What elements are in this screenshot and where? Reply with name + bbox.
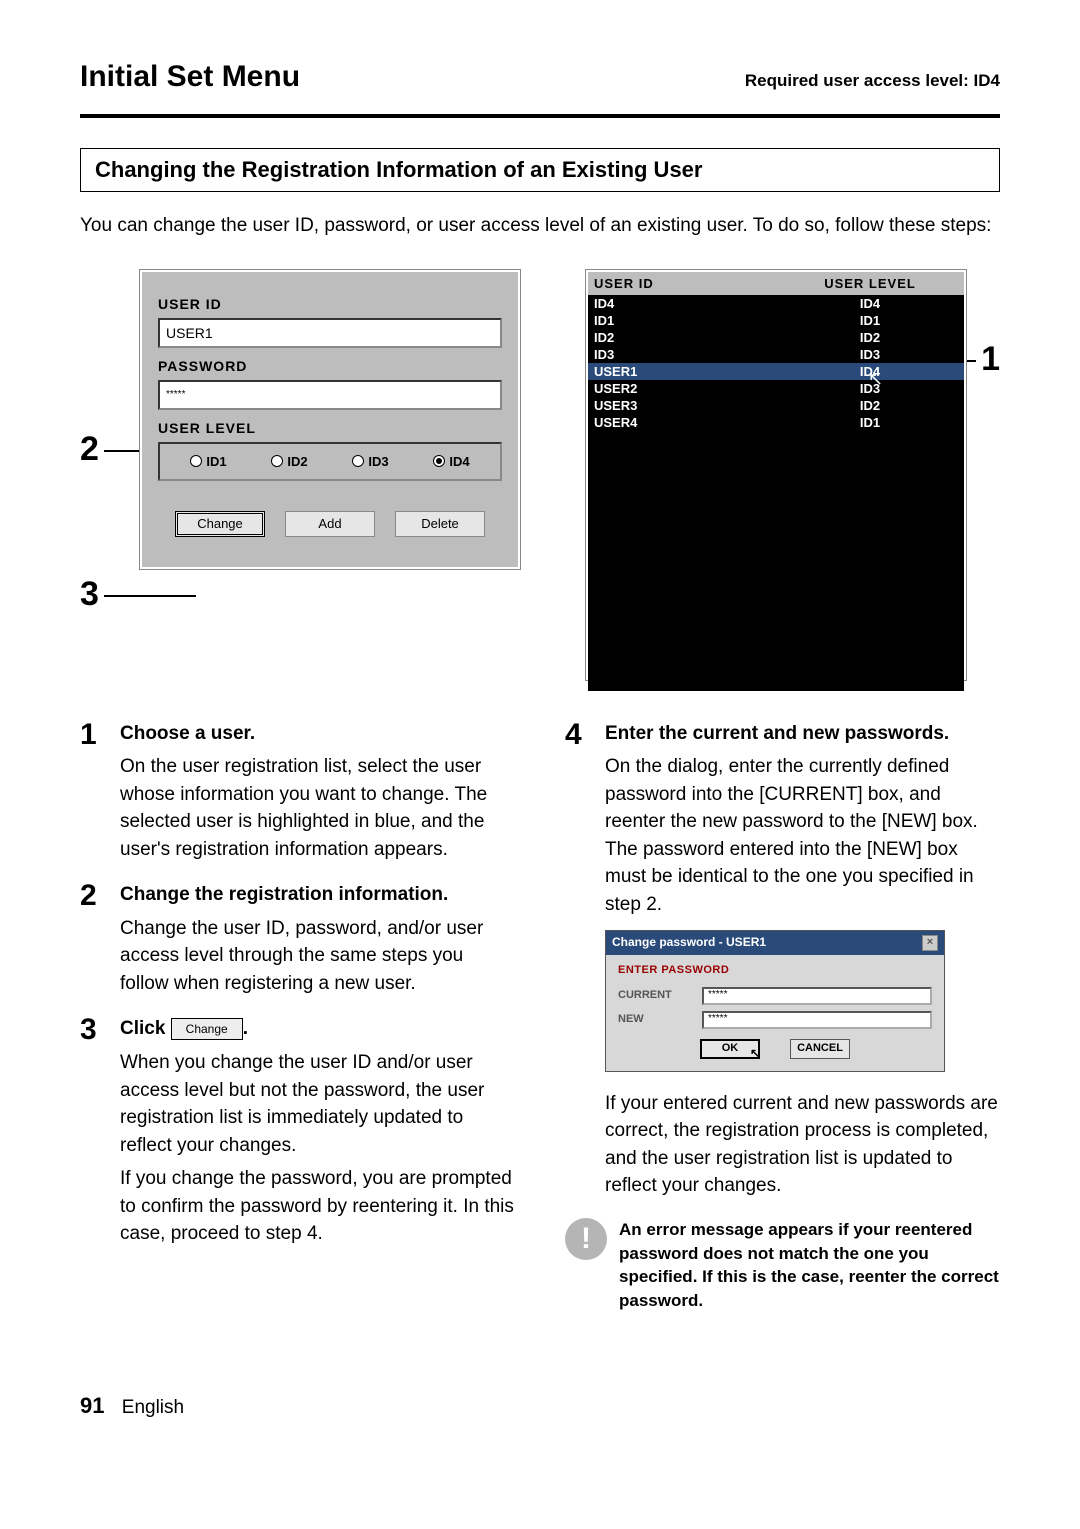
list-item-level[interactable]: ID1 xyxy=(776,414,964,431)
radio-id1-label: ID1 xyxy=(206,454,226,469)
list-header-userlevel: USER LEVEL xyxy=(776,272,964,295)
list-item-level[interactable]: ID3 xyxy=(776,346,964,363)
dialog-title: Change password - USER1 xyxy=(612,934,766,951)
dialog-ok-label: OK xyxy=(722,1041,739,1057)
intro-text: You can change the user ID, password, or… xyxy=(80,212,1000,240)
dialog-cancel-button[interactable]: CANCEL xyxy=(790,1039,850,1059)
radio-id3[interactable]: ID3 xyxy=(352,454,388,469)
radio-icon xyxy=(433,455,445,467)
dialog-current-label: CURRENT xyxy=(618,988,688,1004)
step-3-num: 3 xyxy=(80,1015,106,1247)
list-item-level[interactable]: ID4 xyxy=(776,295,964,312)
step-4-after: If your entered current and new password… xyxy=(605,1090,1000,1200)
dialog-current-input[interactable]: ***** xyxy=(702,987,932,1005)
list-panel: USER ID USER LEVEL ID4ID1ID2ID3USER1USER… xyxy=(586,270,966,680)
warning-note: ! An error message appears if your reent… xyxy=(565,1218,1000,1313)
section-heading: Changing the Registration Information of… xyxy=(80,148,1000,192)
figure-row: 2 3 USER ID USER1 PASSWORD ***** USER LE… xyxy=(80,270,1000,680)
list-item-id[interactable]: ID2 xyxy=(588,329,776,346)
password-dialog: Change password - USER1 × ENTER PASSWORD… xyxy=(605,930,945,1071)
list-item-id[interactable]: ID3 xyxy=(588,346,776,363)
close-icon[interactable]: × xyxy=(922,935,938,951)
step-1-body: On the user registration list, select th… xyxy=(120,753,515,863)
page-number: 91 xyxy=(80,1393,104,1418)
list-item-id[interactable]: USER3 xyxy=(588,397,776,414)
radio-id3-label: ID3 xyxy=(368,454,388,469)
list-item-level[interactable]: ID1 xyxy=(776,312,964,329)
warning-icon: ! xyxy=(565,1218,607,1260)
add-button[interactable]: Add xyxy=(285,511,375,537)
radio-id4-label: ID4 xyxy=(449,454,469,469)
user-list[interactable]: ID4ID1ID2ID3USER1USER2USER3USER4 ID4ID1I… xyxy=(588,295,964,691)
radio-id2[interactable]: ID2 xyxy=(271,454,307,469)
step-3-title-prefix: Click xyxy=(120,1018,165,1039)
list-item-level[interactable]: ID2 xyxy=(776,397,964,414)
radio-id4[interactable]: ID4 xyxy=(433,454,469,469)
callout-1: 1 xyxy=(981,340,1000,379)
access-level: Required user access level: ID4 xyxy=(745,71,1000,91)
cursor-icon: ↖ xyxy=(868,369,883,390)
steps: 1 Choose a user. On the user registratio… xyxy=(80,720,1000,1314)
password-input[interactable]: ***** xyxy=(158,380,502,410)
warning-text: An error message appears if your reenter… xyxy=(619,1218,1000,1313)
step-1-title: Choose a user. xyxy=(120,723,255,744)
list-item-id[interactable]: ID1 xyxy=(588,312,776,329)
user-id-input[interactable]: USER1 xyxy=(158,318,502,348)
step-2-body: Change the user ID, password, and/or use… xyxy=(120,915,515,998)
radio-id2-label: ID2 xyxy=(287,454,307,469)
step-2-num: 2 xyxy=(80,881,106,997)
password-label: PASSWORD xyxy=(158,358,502,374)
step-4-num: 4 xyxy=(565,720,591,1200)
list-item-id[interactable]: USER1 xyxy=(588,363,776,380)
dialog-new-label: NEW xyxy=(618,1012,688,1028)
list-item-id[interactable]: ID4 xyxy=(588,295,776,312)
radio-icon xyxy=(190,455,202,467)
callout-2: 2 xyxy=(80,430,99,469)
radio-icon xyxy=(352,455,364,467)
radio-icon xyxy=(271,455,283,467)
page-title: Initial Set Menu xyxy=(80,60,300,94)
user-level-label: USER LEVEL xyxy=(158,420,502,436)
header-rule xyxy=(80,114,1000,118)
list-item-id[interactable]: USER2 xyxy=(588,380,776,397)
list-item-level[interactable]: ID2 xyxy=(776,329,964,346)
user-level-radio-group: ID1 ID2 ID3 ID4 xyxy=(158,442,502,481)
step-2-title: Change the registration information. xyxy=(120,884,448,905)
step-1-num: 1 xyxy=(80,720,106,864)
dialog-new-input[interactable]: ***** xyxy=(702,1011,932,1029)
callout-3: 3 xyxy=(80,575,99,614)
radio-id1[interactable]: ID1 xyxy=(190,454,226,469)
callout-3-line xyxy=(104,595,196,597)
user-id-label: USER ID xyxy=(158,296,502,312)
form-panel: USER ID USER1 PASSWORD ***** USER LEVEL … xyxy=(140,270,520,569)
dialog-subtitle: ENTER PASSWORD xyxy=(618,963,932,979)
step-4-body: On the dialog, enter the currently defin… xyxy=(605,753,1000,918)
dialog-ok-button[interactable]: OK ↖ xyxy=(700,1039,760,1059)
cursor-icon: ↖ xyxy=(750,1045,760,1062)
footer-language: English xyxy=(122,1397,184,1418)
page-footer: 91 English xyxy=(80,1393,1000,1419)
step-3-title-suffix: . xyxy=(243,1018,248,1039)
list-item-id[interactable]: USER4 xyxy=(588,414,776,431)
step-3-body-1: When you change the user ID and/or user … xyxy=(120,1049,515,1159)
change-button[interactable]: Change xyxy=(175,511,265,537)
delete-button[interactable]: Delete xyxy=(395,511,485,537)
step-3-body-2: If you change the password, you are prom… xyxy=(120,1165,515,1248)
inline-change-button: Change xyxy=(171,1018,243,1040)
list-header-userid: USER ID xyxy=(588,272,776,295)
step-4-title: Enter the current and new passwords. xyxy=(605,723,949,744)
